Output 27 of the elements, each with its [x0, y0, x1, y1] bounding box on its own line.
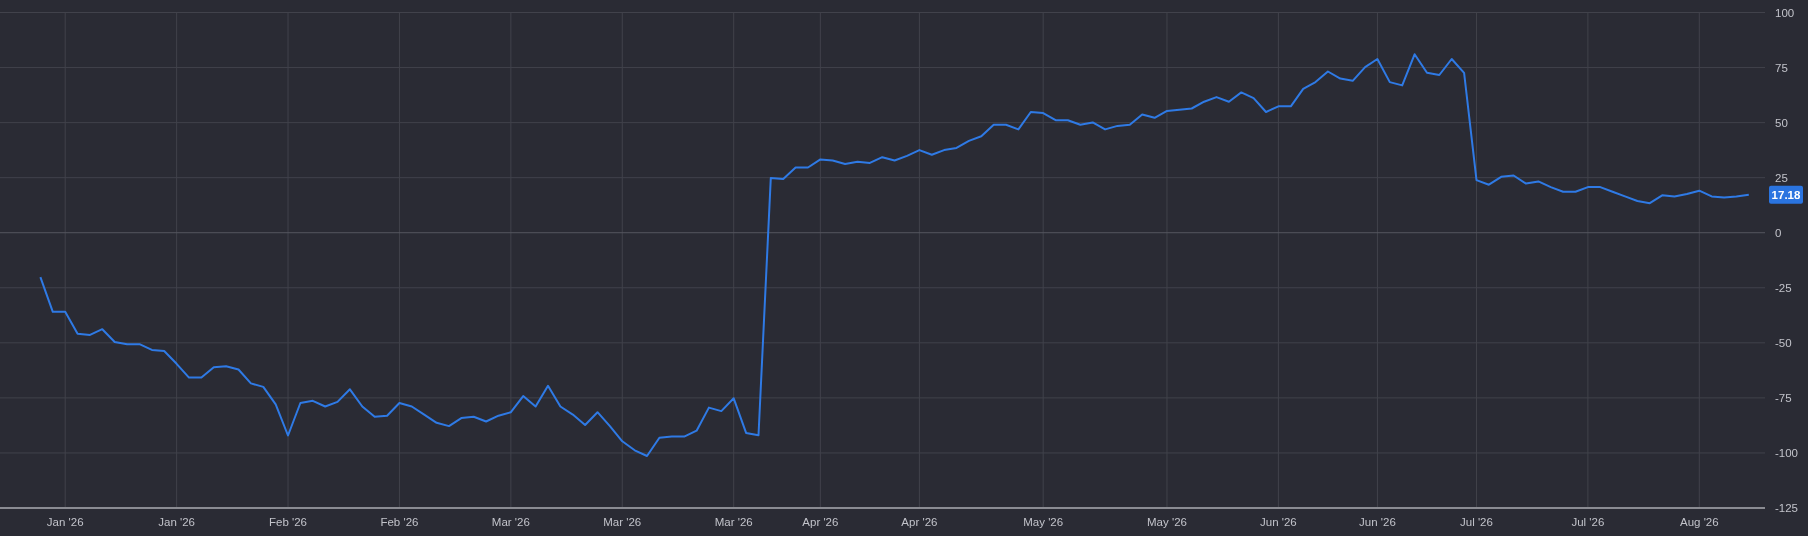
- y-axis-label: 100: [1775, 6, 1795, 19]
- x-axis-label: Aug '26: [1680, 516, 1719, 528]
- y-axis-label: -25: [1775, 281, 1792, 294]
- x-axis-label: Jun '26: [1260, 516, 1297, 528]
- y-axis-label: -125: [1775, 502, 1799, 514]
- y-axis-label: 0: [1775, 226, 1782, 239]
- y-axis-label: 75: [1775, 61, 1788, 74]
- y-axis-label: -50: [1775, 336, 1792, 349]
- x-axis-label: Jan '26: [158, 516, 195, 528]
- x-axis-label: Mar '26: [603, 516, 642, 528]
- x-axis-label: Feb '26: [380, 516, 419, 528]
- y-axis-label: 25: [1775, 171, 1788, 184]
- y-axis-label: -100: [1775, 446, 1799, 459]
- y-axis-label: 50: [1775, 116, 1788, 129]
- x-axis-label: Mar '26: [491, 516, 530, 528]
- x-axis-label: May '26: [1023, 516, 1064, 528]
- x-axis-label: Apr '26: [901, 516, 938, 528]
- value-badge: 17.18: [1769, 185, 1803, 204]
- x-axis-label: Apr '26: [802, 516, 839, 528]
- x-axis-label: Jul '26: [1571, 516, 1605, 528]
- x-axis-label: Jul '26: [1460, 516, 1493, 528]
- x-axis-label: Feb '26: [269, 516, 308, 528]
- y-axis-label: -75: [1775, 391, 1792, 404]
- x-axis-label: Mar '26: [714, 516, 753, 528]
- x-axis-label: Jun '26: [1359, 516, 1396, 528]
- x-axis-label: May '26: [1147, 516, 1187, 528]
- x-axis-label: Jan '26: [46, 516, 84, 528]
